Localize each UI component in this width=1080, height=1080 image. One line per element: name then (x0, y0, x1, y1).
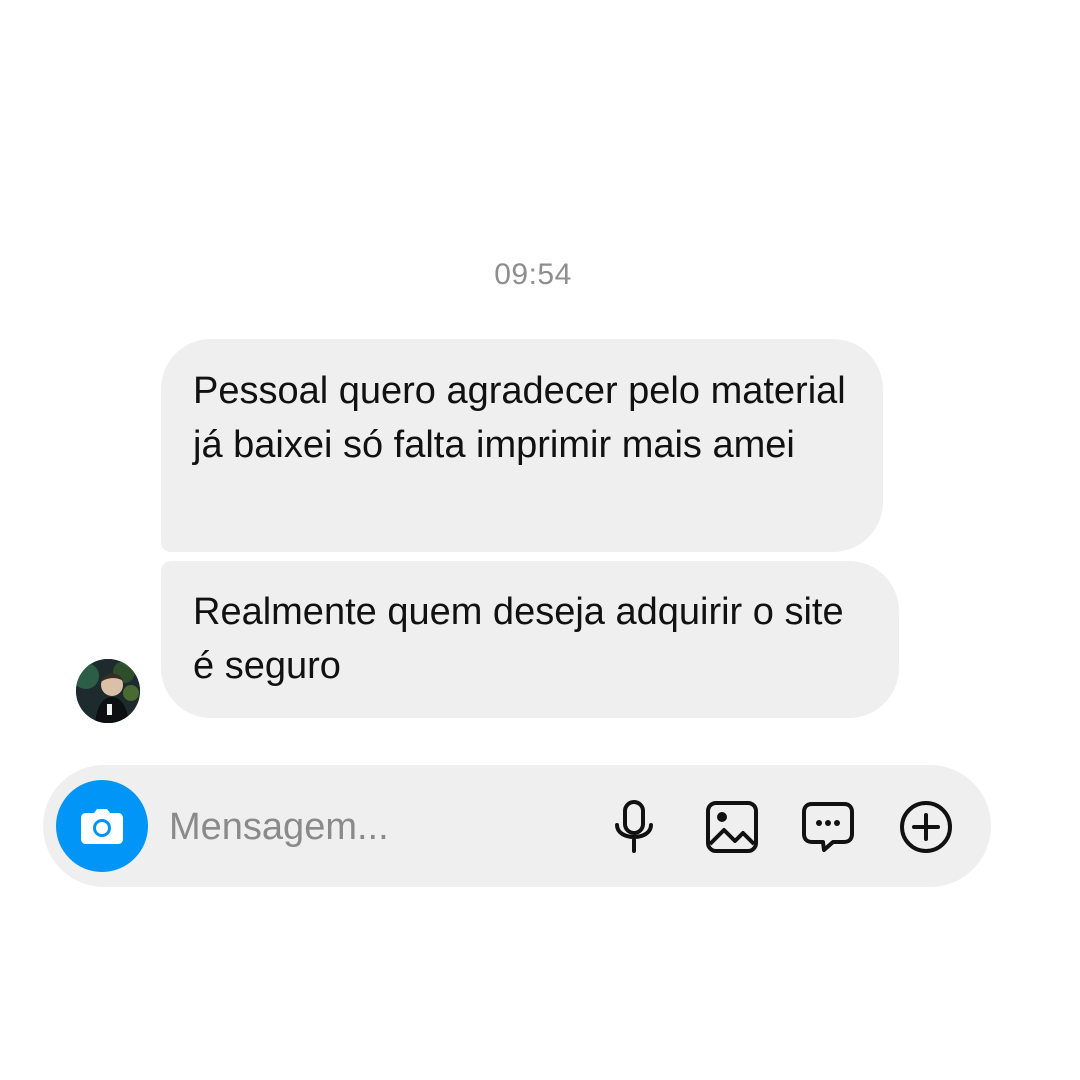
message-text: Pessoal quero agradecer pelo material já… (193, 370, 846, 466)
sticker-button[interactable] (799, 798, 857, 856)
direct-message-screen: 09:54 Pessoal quero agradecer pelo mater… (0, 0, 1080, 1080)
message-composer (43, 765, 991, 887)
avatar[interactable] (76, 659, 140, 723)
message-text: Realmente quem deseja adquirir o site é … (193, 591, 844, 687)
message-bubble[interactable]: Realmente quem deseja adquirir o site é … (161, 561, 899, 718)
profile-photo-icon (76, 659, 140, 723)
camera-button[interactable] (56, 780, 148, 872)
add-button[interactable] (897, 798, 955, 856)
sticker-message-icon (802, 802, 854, 852)
plus-circle-icon (900, 801, 952, 853)
image-gallery-icon (706, 801, 758, 853)
camera-icon (81, 809, 123, 844)
message-input[interactable] (169, 801, 569, 853)
microphone-icon (615, 800, 653, 853)
message-timestamp: 09:54 (494, 258, 572, 291)
gallery-button[interactable] (703, 798, 761, 856)
message-bubble[interactable]: Pessoal quero agradecer pelo material já… (161, 339, 883, 552)
microphone-button[interactable] (605, 798, 663, 856)
